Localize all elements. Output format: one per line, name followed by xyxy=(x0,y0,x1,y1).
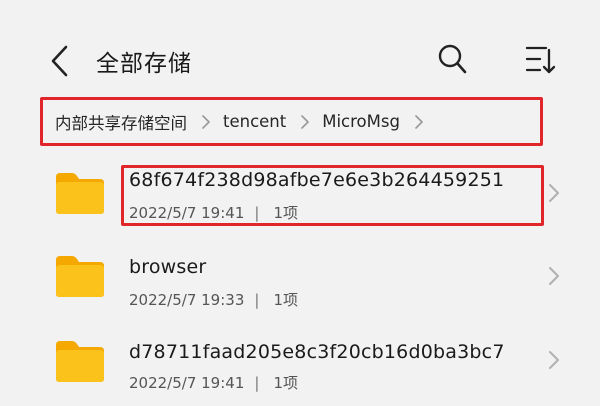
breadcrumb: 内部共享存储空间 tencent MicroMsg xyxy=(40,97,543,146)
file-meta: 2022/5/7 19:41 | 1项 xyxy=(129,202,298,223)
file-count: 1项 xyxy=(273,291,298,309)
list-item[interactable]: 68f674f238d98afbe7e6e3b264459251 2022/5/… xyxy=(0,150,600,238)
list-item[interactable]: browser 2022/5/7 19:33 | 1项 xyxy=(0,238,600,326)
chevron-right-icon xyxy=(549,351,559,369)
file-name: 68f674f238d98afbe7e6e3b264459251 xyxy=(129,169,505,191)
file-name: browser xyxy=(129,256,207,278)
file-count: 1项 xyxy=(273,374,298,392)
file-date: 2022/5/7 19:33 xyxy=(129,291,245,309)
chevron-right-icon xyxy=(202,114,210,129)
folder-icon xyxy=(56,173,104,214)
file-meta: 2022/5/7 19:41 | 1项 xyxy=(129,372,298,393)
file-date: 2022/5/7 19:41 xyxy=(129,374,245,392)
chevron-right-icon xyxy=(415,114,423,129)
breadcrumb-item-micromsg[interactable]: MicroMsg xyxy=(322,112,400,131)
file-meta: 2022/5/7 19:33 | 1项 xyxy=(129,289,298,310)
breadcrumb-item-internal-storage[interactable]: 内部共享存储空间 xyxy=(55,110,187,134)
chevron-left-icon[interactable] xyxy=(48,44,74,78)
chevron-right-icon xyxy=(549,267,559,285)
folder-icon xyxy=(56,341,104,382)
folder-icon xyxy=(56,256,104,297)
page-title: 全部存储 xyxy=(96,51,192,77)
file-count: 1项 xyxy=(273,204,298,222)
divider: | xyxy=(254,204,260,222)
top-app-bar: 全部存储 xyxy=(0,0,600,92)
divider: | xyxy=(254,374,260,392)
list-item[interactable]: d78711faad205e8c3f20cb16d0ba3bc7 2022/5/… xyxy=(0,326,600,406)
sort-icon[interactable] xyxy=(524,44,556,76)
file-name: d78711faad205e8c3f20cb16d0ba3bc7 xyxy=(129,341,505,363)
chevron-right-icon xyxy=(301,114,310,129)
breadcrumb-item-tencent[interactable]: tencent xyxy=(223,112,286,131)
file-date: 2022/5/7 19:41 xyxy=(129,204,245,222)
divider: | xyxy=(254,291,260,309)
chevron-right-icon xyxy=(549,184,559,202)
search-icon[interactable] xyxy=(436,42,468,76)
